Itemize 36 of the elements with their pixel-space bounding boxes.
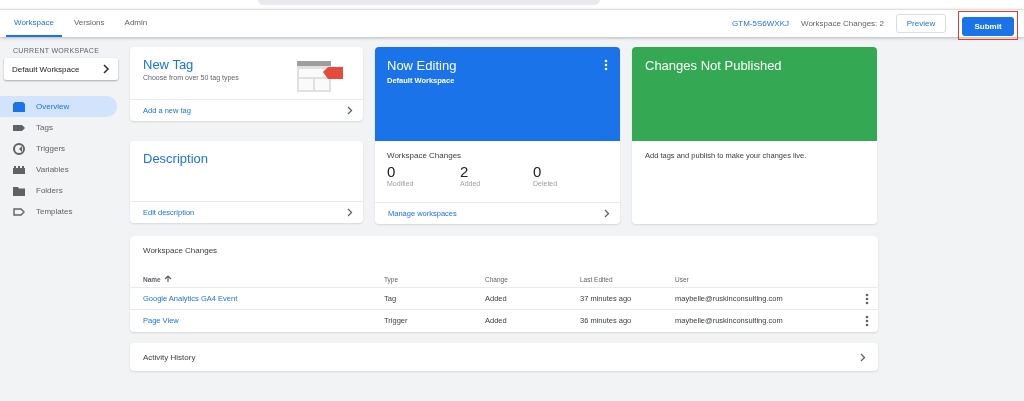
sort-ascending-icon[interactable] xyxy=(163,275,172,283)
stat-value: 2 xyxy=(460,163,470,180)
nav-tab[interactable]: Versions xyxy=(65,10,113,37)
stat-value: 0 xyxy=(387,163,397,180)
sidebar-item[interactable]: Tags xyxy=(0,117,117,138)
workspace-changes-count: Workspace Changes: 2 xyxy=(801,19,884,28)
sidebar-item[interactable]: Folders xyxy=(0,180,117,201)
submit-button[interactable]: Submit xyxy=(962,17,1014,36)
workspace-selector[interactable]: Default Workspace xyxy=(4,58,118,80)
preview-button[interactable]: Preview xyxy=(896,14,946,33)
sidebar-item[interactable]: Templates xyxy=(0,201,117,222)
card-title: Now Editing xyxy=(387,58,458,73)
tag-window-drawing xyxy=(297,61,343,95)
container-id-link[interactable]: GTM-5S6WXKJ xyxy=(732,19,789,28)
stat-value: 0 xyxy=(533,163,543,180)
sidebar-item[interactable]: Overview xyxy=(0,96,117,117)
card-title: Activity History xyxy=(143,352,196,362)
card-title: Workspace Changes xyxy=(142,245,219,257)
card-title: Changes Not Published xyxy=(645,58,783,73)
chevron-right-icon xyxy=(102,64,110,74)
sidebar-item[interactable]: Triggers xyxy=(0,138,117,159)
nav-tab[interactable]: Admin xyxy=(116,10,156,37)
card-title: New Tag xyxy=(143,57,195,72)
activity-history-card[interactable]: Activity History xyxy=(130,343,878,371)
chevron-right-icon xyxy=(604,209,610,218)
sidebar-item[interactable]: Variables xyxy=(0,159,117,180)
more-options-icon[interactable] xyxy=(604,59,608,71)
folder-icon xyxy=(12,184,26,197)
card-title: Description xyxy=(143,151,209,168)
chevron-right-icon xyxy=(347,106,353,115)
more-options-icon[interactable] xyxy=(864,314,869,327)
more-options-icon[interactable] xyxy=(864,292,869,305)
section-title: Workspace Changes xyxy=(387,151,463,160)
nav-tab[interactable]: Workspace xyxy=(6,10,62,37)
chevron-right-icon xyxy=(860,352,866,362)
chevron-right-icon xyxy=(347,208,353,217)
